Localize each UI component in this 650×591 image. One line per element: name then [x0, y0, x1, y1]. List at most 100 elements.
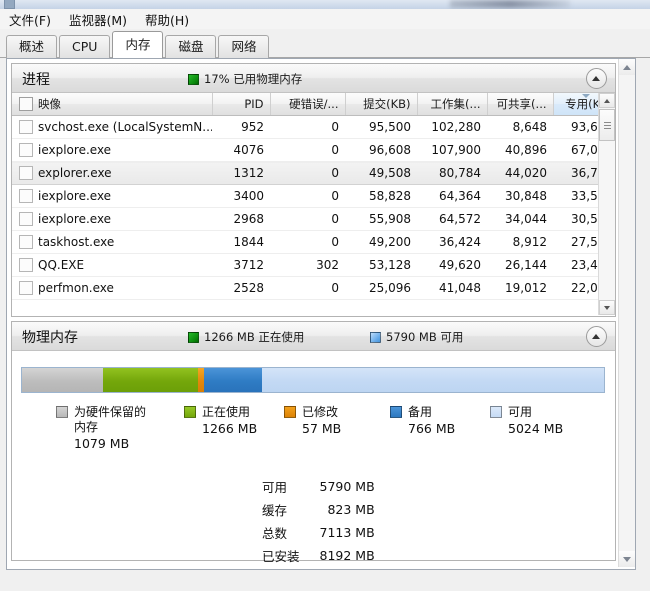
cell-working-set: 49,620: [417, 253, 487, 277]
legend-label-modified: 已修改: [302, 405, 339, 419]
cell-working-set: 36,424: [417, 230, 487, 254]
green-swatch-icon: [184, 406, 196, 418]
row-checkbox[interactable]: [19, 212, 33, 226]
memory-summary-table: 可用 5790 MB 缓存 823 MB 总数 7113 MB 已安装 8192…: [260, 475, 377, 569]
cell-hard-faults: 0: [270, 207, 345, 231]
row-checkbox[interactable]: [19, 281, 33, 295]
memory-available-status-text: 5790 MB 可用: [386, 330, 464, 344]
cell-pid: 2968: [212, 207, 270, 231]
scroll-up-arrow-icon[interactable]: [599, 93, 615, 108]
legend-label-hardware-reserved: 为硬件保留的: [74, 405, 147, 419]
select-all-checkbox[interactable]: [19, 97, 33, 111]
summary-row: 已安装 8192 MB: [262, 546, 375, 567]
bar-segment-hardware-reserved: [22, 368, 103, 392]
cell-hard-faults: 0: [270, 230, 345, 254]
row-checkbox[interactable]: [19, 166, 33, 180]
legend-item-hardware-reserved: 为硬件保留的 内存 1079 MB: [56, 405, 146, 452]
cell-working-set: 102,280: [417, 115, 487, 139]
tab-overview[interactable]: 概述: [6, 35, 58, 58]
bar-segment-in-use: [102, 368, 198, 392]
cell-pid: 3712: [212, 253, 270, 277]
cell-shareable: 8,648: [487, 115, 553, 139]
gray-swatch-icon: [56, 406, 68, 418]
tab-memory[interactable]: 内存: [112, 31, 164, 58]
table-row[interactable]: iexplore.exe 4076 0 96,608 107,900 40,89…: [12, 138, 615, 162]
memory-usage-bar: [21, 367, 605, 393]
legend-label-hardware-reserved-line2: 内存: [74, 420, 99, 434]
legend-value-free: 5024 MB: [508, 421, 564, 436]
table-row[interactable]: QQ.EXE 3712 302 53,128 49,620 26,144 23,…: [12, 253, 615, 277]
process-table-scrollbar[interactable]: [598, 93, 615, 315]
cell-pid: 3400: [212, 184, 270, 208]
cell-shareable: 40,896: [487, 138, 553, 162]
cell-commit: 53,128: [345, 253, 417, 277]
orange-swatch-icon: [284, 406, 296, 418]
table-row[interactable]: iexplore.exe 3400 0 58,828 64,364 30,848…: [12, 184, 615, 208]
light-blue-swatch-icon: [490, 406, 502, 418]
green-swatch-icon: [188, 331, 199, 343]
cell-hard-faults: 0: [270, 115, 345, 139]
physical-memory-section-header: 物理内存 1266 MB 正在使用 5790 MB 可用: [12, 322, 615, 351]
cell-image: taskhost.exe: [38, 235, 115, 249]
column-header-image[interactable]: 映像: [12, 93, 213, 116]
table-row[interactable]: taskhost.exe 1844 0 49,200 36,424 8,912 …: [12, 230, 615, 254]
pane-scroll-up-arrow-icon[interactable]: [619, 59, 635, 75]
menu-bar: 文件(F) 监视器(M) 帮助(H): [0, 9, 650, 29]
menu-file[interactable]: 文件(F): [0, 8, 60, 31]
table-row[interactable]: perfmon.exe 2528 0 25,096 41,048 19,012 …: [12, 276, 615, 300]
tab-disk[interactable]: 磁盘: [165, 35, 217, 58]
physical-memory-body: 为硬件保留的 内存 1079 MB 正在使用 1266 MB 已修改 57 MB…: [12, 351, 615, 564]
column-header-hard-faults[interactable]: 硬错误/...: [270, 93, 346, 116]
menu-monitor[interactable]: 监视器(M): [60, 8, 136, 31]
process-table-body: svchost.exe (LocalSystemN... 952 0 95,50…: [12, 115, 615, 300]
column-header-pid[interactable]: PID: [212, 93, 271, 116]
row-checkbox[interactable]: [19, 120, 33, 134]
cell-pid: 952: [212, 115, 270, 139]
column-header-commit[interactable]: 提交(KB): [345, 93, 418, 116]
process-section-collapse-chevron-up-icon[interactable]: [586, 68, 607, 89]
cell-commit: 25,096: [345, 276, 417, 300]
content-pane: 进程 17% 已用物理内存 映像 PID 硬错误/... 提交(KB) 工作集(…: [6, 58, 636, 570]
row-checkbox[interactable]: [19, 143, 33, 157]
cell-hard-faults: 302: [270, 253, 345, 277]
tab-network[interactable]: 网络: [218, 35, 270, 58]
cell-pid: 4076: [212, 138, 270, 162]
table-row[interactable]: iexplore.exe 2968 0 55,908 64,572 34,044…: [12, 207, 615, 231]
process-table-wrapper: 映像 PID 硬错误/... 提交(KB) 工作集(... 可共享(... 专用…: [12, 93, 615, 315]
scroll-down-arrow-icon[interactable]: [599, 300, 615, 315]
legend-item-modified: 已修改 57 MB: [284, 405, 341, 437]
memory-section-collapse-chevron-up-icon[interactable]: [586, 326, 607, 347]
process-table-header-row: 映像 PID 硬错误/... 提交(KB) 工作集(... 可共享(... 专用…: [12, 93, 615, 116]
cell-pid: 1844: [212, 230, 270, 254]
legend-label-in-use: 正在使用: [202, 405, 251, 419]
column-header-shareable[interactable]: 可共享(...: [487, 93, 554, 116]
cell-commit: 55,908: [345, 207, 417, 231]
cell-commit: 49,200: [345, 230, 417, 254]
tab-cpu[interactable]: CPU: [59, 35, 111, 58]
row-checkbox[interactable]: [19, 258, 33, 272]
pane-scroll-down-arrow-icon[interactable]: [619, 551, 635, 567]
legend-value-in-use: 1266 MB: [202, 421, 258, 436]
cell-commit: 95,500: [345, 115, 417, 139]
table-row[interactable]: explorer.exe 1312 0 49,508 80,784 44,020…: [12, 161, 615, 185]
table-row[interactable]: svchost.exe (LocalSystemN... 952 0 95,50…: [12, 115, 615, 139]
resource-monitor-window: 文件(F) 监视器(M) 帮助(H) 概述 CPU 内存 磁盘 网络 进程 17…: [0, 0, 650, 591]
pane-vertical-scrollbar[interactable]: [618, 59, 635, 567]
cell-shareable: 34,044: [487, 207, 553, 231]
menu-help[interactable]: 帮助(H): [136, 8, 198, 31]
scrollbar-thumb[interactable]: [599, 109, 615, 141]
legend-item-in-use: 正在使用 1266 MB: [184, 405, 257, 437]
legend-label-free: 可用: [508, 405, 533, 419]
cell-image: explorer.exe: [38, 166, 112, 180]
cell-working-set: 64,572: [417, 207, 487, 231]
cell-working-set: 107,900: [417, 138, 487, 162]
row-checkbox[interactable]: [19, 235, 33, 249]
row-checkbox[interactable]: [19, 189, 33, 203]
cell-pid: 2528: [212, 276, 270, 300]
summary-key-cached: 缓存: [262, 503, 288, 518]
cell-commit: 49,508: [345, 161, 417, 185]
column-header-working-set[interactable]: 工作集(...: [417, 93, 488, 116]
process-section: 进程 17% 已用物理内存 映像 PID 硬错误/... 提交(KB) 工作集(…: [11, 63, 616, 317]
memory-available-status: 5790 MB 可用: [370, 329, 463, 345]
cell-working-set: 80,784: [417, 161, 487, 185]
